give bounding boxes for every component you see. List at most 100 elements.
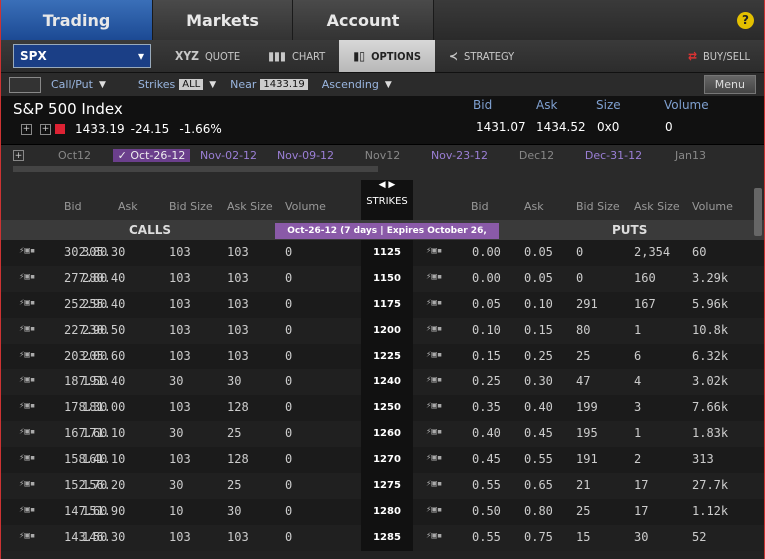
trade-icons[interactable]: ⚡▣▪ (426, 350, 442, 360)
call-cbs[interactable]: 103 (169, 245, 191, 259)
call-cas[interactable]: 103 (227, 297, 249, 311)
put-pas[interactable]: 6 (634, 349, 641, 363)
put-pa[interactable]: 0.25 (524, 349, 553, 363)
strategy-button[interactable]: ≺ STRATEGY (435, 40, 528, 72)
trade-icons[interactable]: ⚡▣▪ (426, 531, 442, 541)
callput-select[interactable]: Call/Put ▼ (51, 78, 106, 91)
put-pv[interactable]: 27.7k (692, 478, 728, 492)
call-cbs[interactable]: 30 (169, 426, 183, 440)
quote-button[interactable]: XYZ QUOTE (161, 40, 254, 72)
put-pa[interactable]: 0.65 (524, 478, 553, 492)
put-pa[interactable]: 0.80 (524, 504, 553, 518)
call-ca[interactable]: 230.50 (82, 323, 125, 337)
put-pb[interactable]: 0.00 (472, 245, 501, 259)
call-cbs[interactable]: 103 (169, 400, 191, 414)
put-pa[interactable]: 0.55 (524, 452, 553, 466)
call-cas[interactable]: 128 (227, 400, 249, 414)
call-cv[interactable]: 0 (285, 530, 292, 544)
put-pas[interactable]: 2,354 (634, 245, 670, 259)
put-pb[interactable]: 0.05 (472, 297, 501, 311)
put-pv[interactable]: 5.96k (692, 297, 728, 311)
expiration-tab[interactable]: Oct12 (36, 149, 113, 162)
put-pbs[interactable]: 0 (576, 245, 583, 259)
trade-icons[interactable]: ⚡▣▪ (426, 505, 442, 515)
put-pv[interactable]: 10.8k (692, 323, 728, 337)
call-cas[interactable]: 128 (227, 452, 249, 466)
menu-button[interactable]: Menu (703, 75, 756, 94)
put-pv[interactable]: 3.29k (692, 271, 728, 285)
options-button[interactable]: ▮▯ OPTIONS (339, 40, 435, 72)
put-pas[interactable]: 3 (634, 400, 641, 414)
call-cas[interactable]: 103 (227, 245, 249, 259)
symbol-select[interactable]: SPX ▾ (13, 44, 151, 68)
strikes-select[interactable]: Strikes ALL ▼ (138, 78, 216, 91)
put-pv[interactable]: 52 (692, 530, 706, 544)
put-pv[interactable]: 1.83k (692, 426, 728, 440)
help-icon[interactable]: ? (737, 11, 754, 29)
table-row[interactable]: ⚡▣▪ 147.60 151.90 10 30 0 1280 ⚡▣▪ 0.50 0.80 25 17 1… (1, 498, 764, 525)
call-cbs[interactable]: 30 (169, 374, 183, 388)
put-pv[interactable]: 313 (692, 452, 714, 466)
call-cbs[interactable]: 10 (169, 504, 183, 518)
put-pv[interactable]: 6.32k (692, 349, 728, 363)
put-pa[interactable]: 0.40 (524, 400, 553, 414)
put-pbs[interactable]: 191 (576, 452, 598, 466)
call-cv[interactable]: 0 (285, 245, 292, 259)
put-pb[interactable]: 0.00 (472, 271, 501, 285)
call-ca[interactable]: 205.60 (82, 349, 125, 363)
put-pv[interactable]: 60 (692, 245, 706, 259)
call-cbs[interactable]: 30 (169, 478, 183, 492)
put-pb[interactable]: 0.35 (472, 400, 501, 414)
table-row[interactable]: ⚡▣▪ 252.90 255.40 103 103 0 1175 ⚡▣▪ 0.05 0.10 291… (1, 291, 764, 318)
trade-icons[interactable]: ⚡▣▪ (19, 401, 35, 411)
call-ca[interactable]: 191.40 (82, 374, 125, 388)
put-pa[interactable]: 0.45 (524, 426, 553, 440)
put-pas[interactable]: 1 (634, 323, 641, 337)
sort-select[interactable]: Ascending ▼ (322, 78, 392, 91)
call-cv[interactable]: 0 (285, 400, 292, 414)
call-cbs[interactable]: 103 (169, 349, 191, 363)
tab-trading[interactable]: Trading (1, 0, 153, 40)
trade-icons[interactable]: ⚡▣▪ (19, 479, 35, 489)
call-cas[interactable]: 30 (227, 504, 241, 518)
call-cv[interactable]: 0 (285, 349, 292, 363)
put-pas[interactable]: 167 (634, 297, 656, 311)
put-pbs[interactable]: 25 (576, 504, 590, 518)
expand-icon[interactable]: + (21, 123, 32, 135)
trade-icons[interactable]: ⚡▣▪ (426, 298, 442, 308)
trade-icons[interactable]: ⚡▣▪ (19, 453, 35, 463)
call-cbs[interactable]: 103 (169, 452, 191, 466)
call-ca[interactable]: 161.10 (82, 452, 125, 466)
expand-icon[interactable]: + (13, 150, 24, 161)
trade-icons[interactable]: ⚡▣▪ (426, 375, 442, 385)
call-ca[interactable]: 280.40 (82, 271, 125, 285)
add-icon[interactable]: + (40, 123, 51, 135)
table-row[interactable]: ⚡▣▪ 187.50 191.40 30 30 0 1240 ⚡▣▪ 0.25 0.30 47 4 3.… (1, 369, 764, 396)
call-cas[interactable]: 25 (227, 478, 241, 492)
call-ca[interactable]: 181.00 (82, 400, 125, 414)
call-cas[interactable]: 103 (227, 530, 249, 544)
table-row[interactable]: ⚡▣▪ 277.80 280.40 103 103 0 1150 ⚡▣▪ 0.00 0.05 0 16… (1, 265, 764, 292)
put-pb[interactable]: 0.40 (472, 426, 501, 440)
put-pbs[interactable]: 15 (576, 530, 590, 544)
payoff-chart-icon[interactable] (9, 76, 41, 93)
call-cv[interactable]: 0 (285, 478, 292, 492)
put-pa[interactable]: 0.10 (524, 297, 553, 311)
table-row[interactable]: ⚡▣▪ 158.40 161.10 103 128 0 1270 ⚡▣▪ 0.45 0.55 191… (1, 447, 764, 474)
put-pa[interactable]: 0.05 (524, 271, 553, 285)
tab-account[interactable]: Account (293, 0, 434, 40)
call-ca[interactable]: 156.20 (82, 478, 125, 492)
expiration-tab[interactable]: Nov12 (344, 149, 421, 162)
call-cv[interactable]: 0 (285, 452, 292, 466)
put-pas[interactable]: 4 (634, 374, 641, 388)
put-pb[interactable]: 0.55 (472, 530, 501, 544)
near-field[interactable]: Near 1433.19 (230, 78, 308, 91)
trade-icons[interactable]: ⚡▣▪ (19, 246, 35, 256)
call-ca[interactable]: 146.30 (82, 530, 125, 544)
put-pbs[interactable]: 47 (576, 374, 590, 388)
trade-icons[interactable]: ⚡▣▪ (426, 427, 442, 437)
horizontal-scrollbar[interactable] (13, 166, 378, 172)
expiration-tab[interactable]: Nov-02-12 (190, 149, 267, 162)
trade-icons[interactable]: ⚡▣▪ (426, 272, 442, 282)
put-pas[interactable]: 160 (634, 271, 656, 285)
